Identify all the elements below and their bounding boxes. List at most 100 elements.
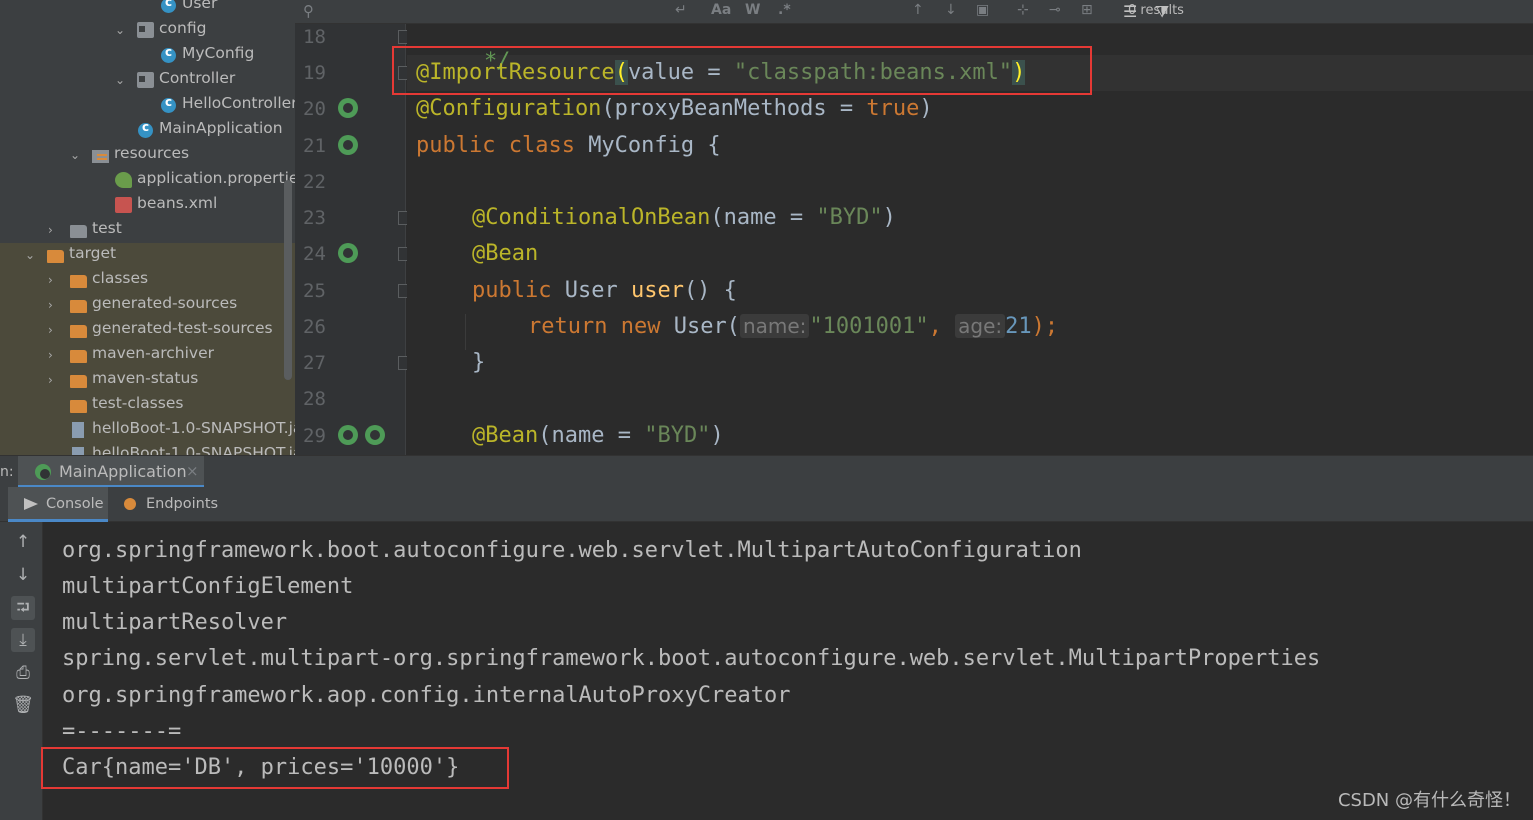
remove-occurrence-icon[interactable]: ⊸ [1049,2,1061,18]
search-icon[interactable]: ⚲ [303,2,314,20]
tree-item-test-classes[interactable]: test-classes [0,393,295,418]
tree-item-target[interactable]: ⌄ target [0,243,295,268]
chevron-right-icon[interactable]: › [48,323,53,337]
tab-console[interactable]: Console [8,487,108,522]
excluded-folder-icon [70,400,87,413]
console-line: multipartConfigElement [62,574,354,599]
line-number: 21 [303,135,326,157]
match-case-toggle[interactable]: Aa [711,2,731,18]
spring-bean-gutter-icon[interactable] [338,243,358,263]
tree-item-jar[interactable]: helloBoot-1.0-SNAPSHOT.jar [0,418,295,443]
words-toggle[interactable]: W [745,2,760,18]
regex-toggle[interactable]: .* [778,2,791,18]
code-line-25: public User user() { [472,278,737,303]
close-tab-icon[interactable]: × [186,462,199,480]
file-icon [72,447,84,455]
filter-icon[interactable]: ⧩ [1155,2,1169,22]
tree-item-config[interactable]: ⌄ config [0,18,295,43]
print-icon[interactable]: ⎙ [11,661,35,685]
chevron-right-icon[interactable]: › [48,373,53,387]
tree-item-jar-original[interactable]: helloBoot-1.0-SNAPSHOT.jar.original [0,443,295,455]
code-line-27: } [472,350,486,375]
tree-item-classes[interactable]: › classes [0,268,295,293]
select-all-occurrences-icon[interactable]: ⊞ [1081,2,1093,18]
tab-endpoints[interactable]: Endpoints [108,487,218,522]
jar-file-icon [72,422,84,438]
chevron-down-icon[interactable]: ⌄ [115,73,125,87]
indent-guide [465,314,466,350]
spring-bean-gutter-icon[interactable] [365,425,385,445]
chevron-down-icon[interactable]: ⌄ [70,148,80,162]
tree-item-maven-status[interactable]: › maven-status [0,368,295,393]
arrow-down-icon[interactable]: ↓ [945,2,957,18]
line-number: 22 [303,171,326,193]
console-line: spring.servlet.multipart-org.springframe… [62,646,1321,671]
spring-boot-run-icon [35,464,51,480]
tree-item-controller[interactable]: ⌄ Controller [0,68,295,93]
line-number: 28 [303,388,326,410]
arrow-up-icon[interactable]: ↑ [912,2,924,18]
line-number: 26 [303,316,326,338]
tree-item-generated-test-sources[interactable]: › generated-test-sources [0,318,295,343]
chevron-right-icon[interactable]: › [48,348,53,362]
car-output-highlight-box [41,747,509,789]
tree-item-generated-sources[interactable]: › generated-sources [0,293,295,318]
class-icon [161,0,176,13]
folder-icon [70,225,87,238]
run-tab-mainapplication[interactable]: MainApplication × [18,456,204,488]
tree-item-mainapplication[interactable]: MainApplication [0,118,295,143]
project-tree: User ⌄ config MyConfig ⌄ Controller Hell… [0,0,295,455]
chevron-down-icon[interactable]: ⌄ [115,23,125,37]
code-line-24: @Bean [472,241,539,266]
code-line-21: public class MyConfig { [416,133,721,158]
spring-bean-gutter-icon[interactable] [338,425,358,445]
excluded-folder-icon [70,300,87,313]
find-bar: ⚲ ↵ Aa W .* 0 results ↑ ↓ ▣ ⊹ ⊸ ⊞ ☰ ⧩ [295,0,1533,24]
run-tool-window-tabs: n: MainApplication × [0,455,1533,488]
package-icon [137,22,154,38]
excluded-folder-icon [47,250,64,263]
line-number: 24 [303,243,326,265]
run-window-label: n: [0,464,14,480]
code-line-23: @ConditionalOnBean(name = "BYD") [472,205,896,230]
tree-item-application-properties[interactable]: application.properties [0,168,295,193]
tree-item-myconfig[interactable]: MyConfig [0,43,295,68]
tree-item-test[interactable]: › test [0,218,295,243]
watermark: CSDN @有什么奇怪！ [1337,790,1521,811]
scroll-to-end-icon[interactable]: ⤓ [11,628,35,652]
chevron-right-icon[interactable]: › [48,223,53,237]
line-number: 25 [303,280,326,302]
console-icon [24,498,38,510]
soft-wrap-icon[interactable]: ⮒ [11,596,35,620]
filter-options-icon[interactable]: ☰ [1123,2,1137,21]
tree-item-beans-xml[interactable]: beans.xml [0,193,295,218]
line-number: 29 [303,425,326,447]
excluded-folder-icon [70,375,87,388]
spring-config-gutter-icon[interactable] [338,135,358,155]
line-number: 27 [303,352,326,374]
select-all-icon[interactable]: ▣ [976,2,989,18]
console-line: org.springframework.aop.config.internalA… [62,683,791,708]
tree-scrollbar[interactable] [284,180,292,380]
import-resource-highlight-box [392,46,1092,95]
chevron-right-icon[interactable]: › [48,298,53,312]
chevron-right-icon[interactable]: › [48,273,53,287]
trash-icon[interactable]: 🗑 [11,693,35,717]
new-line-icon[interactable]: ↵ [675,2,687,18]
code-line-20: @Configuration(proxyBeanMethods = true) [416,96,933,121]
tree-item-hellocontroller[interactable]: HelloController [0,93,295,118]
class-icon [161,45,176,63]
arrow-up-icon[interactable]: ↑ [11,530,35,554]
tree-item-user[interactable]: User [0,0,295,18]
spring-bean-gutter-icon[interactable] [338,98,358,118]
tree-item-maven-archiver[interactable]: › maven-archiver [0,343,295,368]
arrow-down-icon[interactable]: ↓ [11,563,35,587]
add-occurrence-icon[interactable]: ⊹ [1017,2,1029,18]
excluded-folder-icon [70,325,87,338]
tree-item-resources[interactable]: ⌄ resources [0,143,295,168]
line-number: 23 [303,207,326,229]
excluded-folder-icon [70,275,87,288]
console-toolbar: ↑ ↓ ⮒ ⤓ ⎙ 🗑 [0,522,43,820]
chevron-down-icon[interactable]: ⌄ [25,248,35,262]
parameter-hint: name: [739,314,810,338]
